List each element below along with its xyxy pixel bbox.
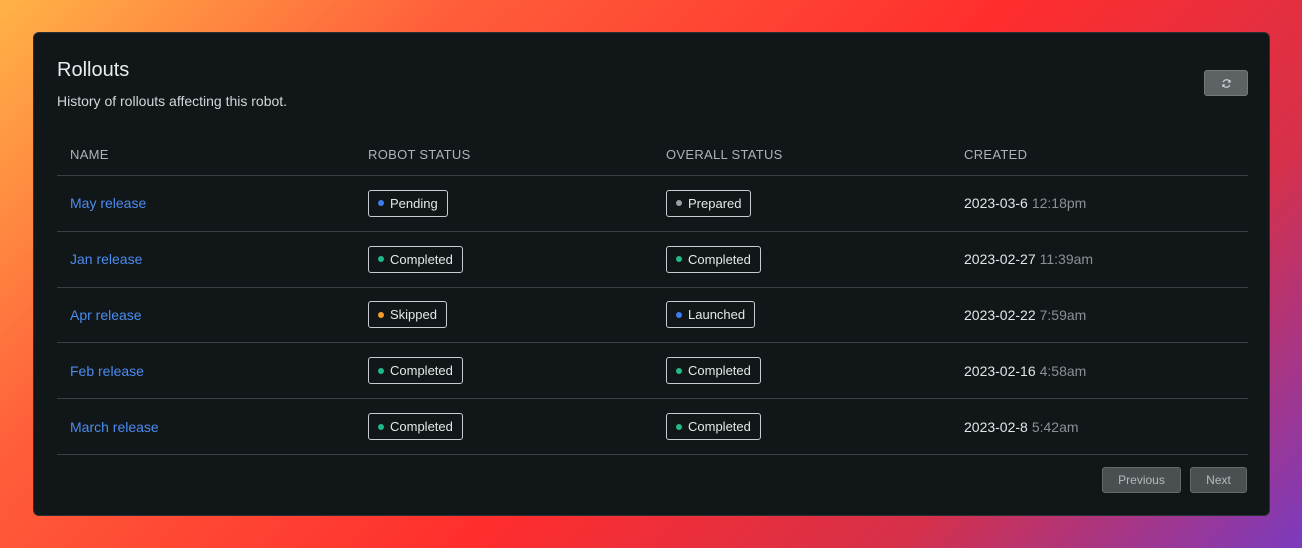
table-row: Feb release Completed Completed 2023-02-… (57, 343, 1248, 400)
status-dot-icon (676, 200, 682, 207)
cell-robot-status: Completed (355, 413, 653, 441)
robot-status-label: Skipped (390, 307, 437, 323)
created-time: 4:58am (1039, 362, 1087, 379)
refresh-icon (1221, 78, 1231, 88)
robot-status-label: Completed (390, 419, 453, 435)
rollout-name-link[interactable]: Apr release (70, 307, 142, 323)
rollout-name-link[interactable]: Jan release (70, 251, 142, 267)
column-header-name[interactable]: NAME (57, 147, 355, 162)
cell-robot-status: Completed (355, 245, 653, 273)
robot-status-label: Completed (390, 363, 453, 379)
overall-status-badge: Completed (666, 245, 761, 273)
created-date: 2023-03-6 (964, 195, 1028, 212)
table-row: Apr release Skipped Launched 2023-02-22 7… (57, 288, 1248, 344)
cell-name: May release (57, 195, 355, 211)
table-header: NAME ROBOT STATUS OVERALL STATUS CREATED (57, 133, 1248, 176)
table-row: March release Completed Completed 2023-0… (57, 399, 1248, 455)
status-dot-icon (676, 367, 682, 374)
created-time: 11:39am (1039, 251, 1094, 268)
cell-created: 2023-02-22 7:59am (951, 307, 1248, 323)
cell-created: 2023-02-8 5:42am (951, 419, 1248, 435)
status-dot-icon (378, 200, 384, 207)
created-time: 5:42am (1031, 418, 1079, 435)
rollout-name-link[interactable]: Feb release (70, 363, 144, 379)
status-dot-icon (378, 367, 384, 374)
overall-status-label: Launched (688, 307, 746, 323)
robot-status-badge: Skipped (368, 301, 447, 329)
rollouts-table: NAME ROBOT STATUS OVERALL STATUS CREATED… (57, 133, 1248, 455)
status-dot-icon (378, 311, 384, 318)
cell-overall-status: Completed (653, 245, 951, 273)
created-date: 2023-02-16 (964, 362, 1036, 379)
previous-button[interactable]: Previous (1102, 467, 1181, 493)
overall-status-badge: Completed (666, 413, 761, 441)
created-date: 2023-02-22 (964, 306, 1036, 323)
robot-status-label: Completed (390, 251, 453, 267)
status-dot-icon (676, 311, 682, 318)
overall-status-label: Completed (688, 251, 751, 267)
cell-overall-status: Prepared (653, 189, 951, 217)
column-header-overall-status[interactable]: OVERALL STATUS (653, 147, 951, 162)
cell-created: 2023-03-6 12:18pm (951, 195, 1248, 211)
cell-name: Jan release (57, 251, 355, 267)
robot-status-badge: Completed (368, 357, 463, 385)
cell-robot-status: Skipped (355, 301, 653, 329)
robot-status-label: Pending (390, 195, 438, 211)
table-row: May release Pending Prepared 2023-03-6 12… (57, 176, 1248, 232)
column-header-robot-status[interactable]: ROBOT STATUS (355, 147, 653, 162)
cell-name: March release (57, 419, 355, 435)
status-dot-icon (676, 256, 682, 263)
cell-overall-status: Launched (653, 301, 951, 329)
robot-status-badge: Completed (368, 245, 463, 273)
cell-robot-status: Completed (355, 357, 653, 385)
overall-status-label: Completed (688, 363, 751, 379)
robot-status-badge: Completed (368, 413, 463, 441)
table-row: Jan release Completed Completed 2023-02-… (57, 232, 1248, 288)
created-date: 2023-02-27 (964, 251, 1036, 268)
rollouts-panel: Rollouts History of rollouts affecting t… (33, 32, 1270, 516)
cell-created: 2023-02-16 4:58am (951, 363, 1248, 379)
created-time: 7:59am (1039, 306, 1087, 323)
created-date: 2023-02-8 (964, 418, 1028, 435)
overall-status-badge: Completed (666, 357, 761, 385)
robot-status-badge: Pending (368, 189, 448, 217)
overall-status-label: Prepared (688, 195, 742, 211)
overall-status-badge: Launched (666, 301, 756, 329)
overall-status-badge: Prepared (666, 189, 752, 217)
overall-status-label: Completed (688, 419, 751, 435)
next-button[interactable]: Next (1190, 467, 1247, 493)
cell-name: Feb release (57, 363, 355, 379)
cell-overall-status: Completed (653, 357, 951, 385)
table-body: May release Pending Prepared 2023-03-6 12… (57, 176, 1248, 455)
rollout-name-link[interactable]: May release (70, 195, 146, 211)
cell-created: 2023-02-27 11:39am (951, 251, 1248, 267)
status-dot-icon (378, 423, 384, 430)
status-dot-icon (676, 423, 682, 430)
pagination: Previous Next (1102, 467, 1247, 493)
page-subtitle: History of rollouts affecting this robot… (57, 93, 288, 109)
page-title: Rollouts (57, 59, 130, 81)
created-time: 12:18pm (1031, 195, 1087, 212)
column-header-created[interactable]: CREATED (951, 147, 1248, 162)
status-dot-icon (378, 256, 384, 263)
rollout-name-link[interactable]: March release (70, 419, 159, 435)
refresh-button[interactable] (1204, 70, 1248, 96)
cell-name: Apr release (57, 307, 355, 323)
cell-overall-status: Completed (653, 413, 951, 441)
cell-robot-status: Pending (355, 189, 653, 217)
